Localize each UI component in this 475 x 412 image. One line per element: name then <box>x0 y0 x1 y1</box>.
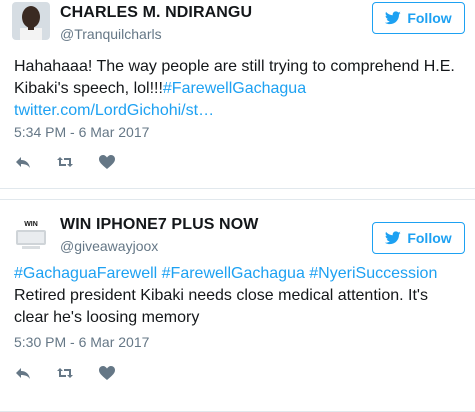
retweet-icon[interactable] <box>56 154 74 170</box>
tweet-timestamp[interactable]: 5:34 PM - 6 Mar 2017 <box>14 124 149 140</box>
reply-icon[interactable] <box>14 154 32 170</box>
tweet: WIN WIN IPHONE7 PLUS NOW @giveawayjoox F… <box>0 200 475 412</box>
reply-icon[interactable] <box>14 365 32 381</box>
display-name[interactable]: CHARLES M. NDIRANGU <box>60 4 252 22</box>
follow-button[interactable]: Follow <box>372 2 465 34</box>
avatar[interactable] <box>12 2 50 40</box>
follow-label: Follow <box>407 10 452 26</box>
retweet-icon[interactable] <box>56 365 74 381</box>
like-icon[interactable] <box>98 154 116 170</box>
tweet-timestamp[interactable]: 5:30 PM - 6 Mar 2017 <box>14 334 149 350</box>
hashtag-link[interactable]: #FarewellGachagua <box>163 80 306 97</box>
hashtags-link[interactable]: #GachaguaFarewell #FarewellGachagua #Nye… <box>14 265 437 282</box>
twitter-bird-icon <box>385 11 402 25</box>
tweet-text: #GachaguaFarewell #FarewellGachagua #Nye… <box>14 263 461 329</box>
tweet-body: Retired president Kibaki needs close med… <box>14 287 428 326</box>
tweet-actions <box>14 154 116 170</box>
follow-label: Follow <box>407 230 452 246</box>
user-handle[interactable]: @Tranquilcharls <box>60 26 162 42</box>
user-handle[interactable]: @giveawayjoox <box>60 238 158 254</box>
twitter-bird-icon <box>385 231 402 245</box>
tweet-url-link[interactable]: twitter.com/LordGichohi/st… <box>14 102 214 119</box>
avatar-photo: WIN <box>12 216 50 254</box>
follow-button[interactable]: Follow <box>372 222 465 254</box>
like-icon[interactable] <box>98 365 116 381</box>
display-name[interactable]: WIN IPHONE7 PLUS NOW <box>60 216 258 234</box>
avatar-photo <box>12 2 50 40</box>
tweet-text: Hahahaaa! The way people are still tryin… <box>14 56 461 122</box>
tweet-actions <box>14 365 116 381</box>
tweet: CHARLES M. NDIRANGU @Tranquilcharls Foll… <box>0 0 475 188</box>
tweet-separator <box>0 188 475 200</box>
avatar[interactable]: WIN <box>12 216 50 254</box>
avatar-logo-text: WIN <box>24 221 38 228</box>
